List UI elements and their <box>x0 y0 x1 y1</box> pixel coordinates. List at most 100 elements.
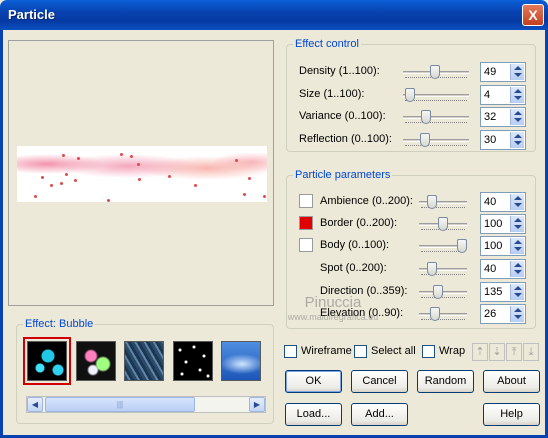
body-spinbox[interactable]: 100 <box>480 236 526 256</box>
reflection-row: Reflection (0..100): 30 <box>299 130 533 150</box>
variance-value[interactable]: 32 <box>484 111 496 123</box>
spot-slider-thumb[interactable] <box>426 262 437 276</box>
elevation-value[interactable]: 26 <box>484 308 496 320</box>
size-value[interactable]: 4 <box>484 89 490 101</box>
density-spin-buttons[interactable] <box>510 64 524 80</box>
direction-slider-thumb[interactable] <box>433 285 444 299</box>
spot-value[interactable]: 40 <box>484 263 496 275</box>
variance-slider[interactable] <box>403 116 469 119</box>
density-slider-thumb[interactable] <box>430 65 441 79</box>
body-slider-thumb[interactable] <box>457 239 467 253</box>
preview-panel <box>8 40 274 306</box>
effects-scrollbar[interactable]: ◀ ||| ▶ <box>26 396 266 413</box>
load-button[interactable]: Load... <box>285 403 342 426</box>
variance-row: Variance (0..100): 32 <box>299 107 533 127</box>
reflection-slider-thumb[interactable] <box>419 133 430 147</box>
border-slider-thumb[interactable] <box>438 217 448 231</box>
body-label: Body (0..100): <box>320 239 390 251</box>
direction-value[interactable]: 135 <box>484 286 502 298</box>
variance-spinbox[interactable]: 32 <box>480 107 526 127</box>
ambience-label: Ambience (0..200): <box>320 195 413 207</box>
move-top-icon[interactable]: ⤒ <box>506 343 522 361</box>
density-label: Density (1..100): <box>299 65 380 77</box>
size-row: Size (1..100): 4 <box>299 85 533 105</box>
add-button[interactable]: Add... <box>351 403 408 426</box>
direction-spin-buttons[interactable] <box>510 284 524 300</box>
scrollbar-thumb[interactable]: ||| <box>45 397 195 412</box>
spot-spin-buttons[interactable] <box>510 261 524 277</box>
ambience-slider-thumb[interactable] <box>426 195 437 209</box>
random-button[interactable]: Random <box>417 370 474 393</box>
window-title: Particle <box>8 7 55 22</box>
density-row: Density (1..100): 49 <box>299 62 533 82</box>
variance-spin-buttons[interactable] <box>510 109 524 125</box>
ambience-spin-buttons[interactable] <box>510 194 524 210</box>
title-bar: Particle X <box>0 0 548 30</box>
elevation-spinbox[interactable]: 26 <box>480 304 526 324</box>
elevation-label: Elevation (0..90): <box>320 307 404 319</box>
ambience-color-swatch[interactable] <box>299 194 313 208</box>
density-spinbox[interactable]: 49 <box>480 62 526 82</box>
variance-label: Variance (0..100): <box>299 110 386 122</box>
move-down-icon[interactable]: ⇣ <box>489 343 505 361</box>
ok-button[interactable]: OK <box>285 370 342 393</box>
direction-spinbox[interactable]: 135 <box>480 282 526 302</box>
body-value[interactable]: 100 <box>484 240 502 252</box>
elevation-spin-buttons[interactable] <box>510 306 524 322</box>
reflection-slider[interactable] <box>403 139 469 142</box>
effect-thumbnail-sky[interactable] <box>221 341 261 381</box>
close-button[interactable]: X <box>522 4 544 26</box>
reflection-value[interactable]: 30 <box>484 134 496 146</box>
wrap-label: Wrap <box>439 345 466 357</box>
scroll-right-arrow-icon[interactable]: ▶ <box>249 397 265 412</box>
cancel-button[interactable]: Cancel <box>351 370 408 393</box>
preview-image <box>17 146 267 202</box>
help-button[interactable]: Help <box>483 403 540 426</box>
elevation-slider[interactable] <box>419 313 467 316</box>
body-row: Body (0..100): 100 <box>291 236 533 256</box>
effect-legend: Effect: Bubble <box>23 318 96 330</box>
reflection-label: Reflection (0..100): <box>299 133 392 145</box>
elevation-row: Elevation (0..90): 26 <box>291 304 533 324</box>
effect-control-group: Effect control Density (1..100): 49 Size… <box>286 38 536 152</box>
effect-thumbnail-bubble[interactable] <box>23 337 71 385</box>
border-spin-buttons[interactable] <box>510 216 524 232</box>
border-spinbox[interactable]: 100 <box>480 214 526 234</box>
reflection-spin-buttons[interactable] <box>510 132 524 148</box>
border-row: Border (0..200): 100 <box>291 214 533 234</box>
density-value[interactable]: 49 <box>484 66 496 78</box>
move-up-icon[interactable]: ⇡ <box>472 343 488 361</box>
body-color-swatch[interactable] <box>299 238 313 252</box>
border-value[interactable]: 100 <box>484 218 502 230</box>
ambience-value[interactable]: 40 <box>484 196 496 208</box>
border-label: Border (0..200): <box>320 217 398 229</box>
reflection-spinbox[interactable]: 30 <box>480 130 526 150</box>
effect-control-legend: Effect control <box>293 38 361 50</box>
size-slider-thumb[interactable] <box>405 88 416 102</box>
elevation-slider-thumb[interactable] <box>430 307 441 321</box>
particle-parameters-legend: Particle parameters <box>293 169 393 181</box>
wrap-checkbox[interactable]: Wrap <box>422 344 468 360</box>
select-all-checkbox[interactable]: Select all <box>354 344 422 360</box>
effect-thumbnail-rain[interactable] <box>124 341 164 381</box>
spot-row: Spot (0..200): 40 <box>291 259 533 279</box>
about-button[interactable]: About <box>483 370 540 393</box>
effect-thumbnail-flare[interactable] <box>76 341 116 381</box>
move-bottom-icon[interactable]: ⤓ <box>523 343 539 361</box>
spot-spinbox[interactable]: 40 <box>480 259 526 279</box>
scroll-left-arrow-icon[interactable]: ◀ <box>27 397 43 412</box>
ambience-row: Ambience (0..200): 40 <box>291 192 533 212</box>
size-spin-buttons[interactable] <box>510 87 524 103</box>
spot-label: Spot (0..200): <box>320 262 387 274</box>
wireframe-label: Wireframe <box>301 345 352 357</box>
ambience-spinbox[interactable]: 40 <box>480 192 526 212</box>
size-spinbox[interactable]: 4 <box>480 85 526 105</box>
variance-slider-thumb[interactable] <box>420 110 431 124</box>
wireframe-checkbox[interactable]: Wireframe <box>284 344 354 360</box>
select-all-label: Select all <box>371 345 416 357</box>
direction-label: Direction (0..359): <box>320 285 408 297</box>
border-color-swatch[interactable] <box>299 216 313 230</box>
body-spin-buttons[interactable] <box>510 238 524 254</box>
effect-thumbnail-stars[interactable] <box>173 341 213 381</box>
direction-row: Direction (0..359): 135 <box>291 282 533 302</box>
